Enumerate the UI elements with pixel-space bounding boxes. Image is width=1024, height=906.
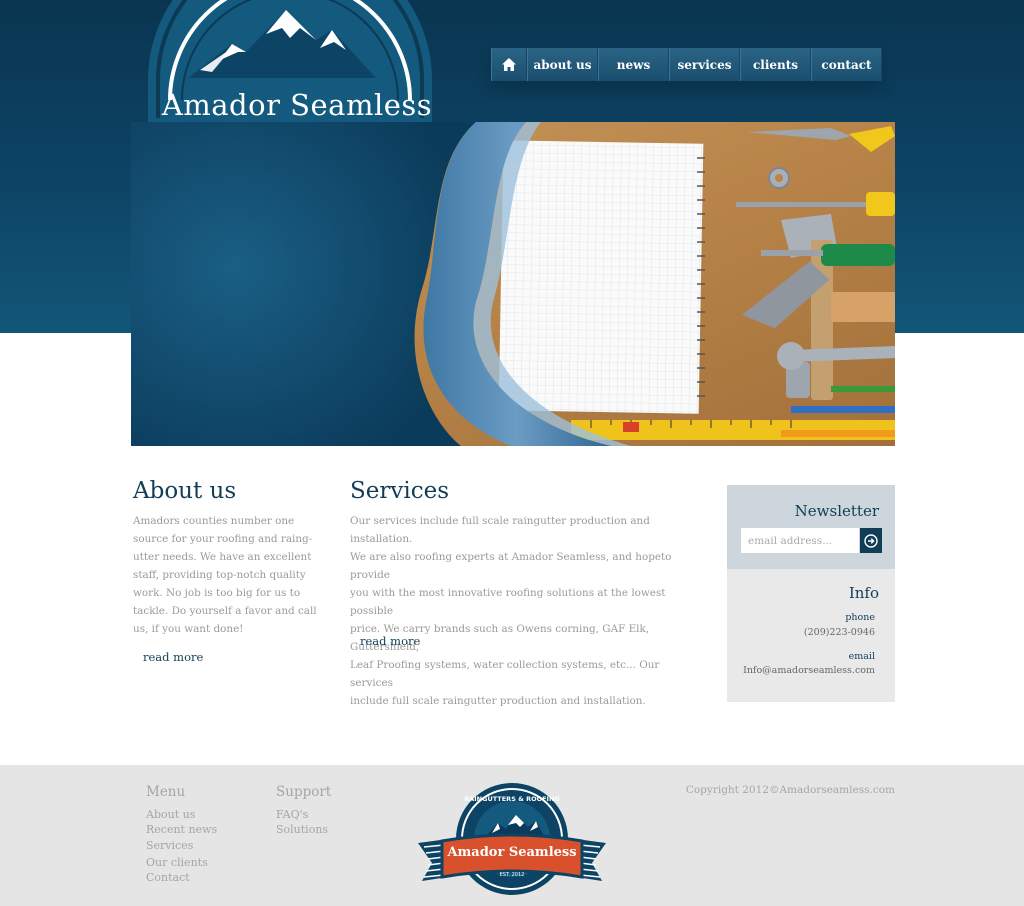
newsletter-panel: Newsletter [727,485,895,569]
footer-badge-logo[interactable]: EST. 2012 RAINGUTTERS & ROOFING Amador S… [416,781,608,903]
hero-banner [131,122,895,446]
nav-home[interactable] [491,48,527,81]
info-panel: Info phone (209)223-0946 email Info@amad… [727,569,895,702]
site-logo[interactable]: Amador Seamless [140,0,440,125]
services-title: Services [350,478,450,504]
svg-text:EST. 2012: EST. 2012 [500,872,525,878]
services-text-line: Our services include full scale raingutt… [350,515,650,545]
badge-wordmark: Amador Seamless [447,845,577,860]
footer-link-about-us[interactable]: About us [146,808,195,821]
about-text-line: Amadors counties number one [133,515,295,527]
services-text-line: We are also roofing experts at Amador Se… [350,551,672,581]
footer-link-recent-news[interactable]: Recent news [146,823,217,836]
home-icon [502,58,516,71]
info-email-label: email [848,651,875,662]
about-read-more-link[interactable]: read more [143,650,203,664]
footer-link-contact[interactable]: Contact [146,871,190,884]
info-phone-value: (209)223-0946 [803,627,875,638]
footer: Menu About us Recent news Services Our c… [0,765,1024,906]
copyright-text: Copyright 2012©Amadorseamless.com [685,784,895,796]
services-text-line: Leaf Proofing systems, water collection … [350,659,660,689]
about-text-line: source for your roofing and raing- [133,533,313,545]
footer-support-heading: Support [276,784,332,800]
services-text-line: you with the most innovative roofing sol… [350,587,666,617]
services-text-line: include full scale raingutter production… [350,695,646,707]
nav-about-us[interactable]: about us [527,48,598,81]
newsletter-submit-button[interactable] [860,528,882,553]
nav-news[interactable]: news [598,48,669,81]
info-phone-label: phone [845,612,875,623]
arrow-right-circle-icon [864,533,878,548]
footer-link-services[interactable]: Services [146,839,193,852]
badge-emblem-icon: EST. 2012 RAINGUTTERS & ROOFING [418,783,606,895]
footer-menu-heading: Menu [146,784,186,800]
main-nav: about us news services clients contact [491,48,882,81]
nav-services[interactable]: services [669,48,740,81]
hero-image [131,122,895,446]
about-text-line: work. No job is too big for us to [133,587,301,599]
newsletter-title: Newsletter [794,502,879,520]
about-title: About us [133,478,237,504]
footer-link-our-clients[interactable]: Our clients [146,856,208,869]
newsletter-email-input[interactable] [741,528,859,553]
services-read-more-link[interactable]: read more [360,634,420,648]
about-text-line: utter needs. We have an excellent [133,551,312,563]
about-text-line: us, if you want done! [133,623,244,635]
about-text-line: tackle. Do yourself a favor and call [133,605,317,617]
nav-contact[interactable]: contact [811,48,882,81]
info-email-link[interactable]: Info@amadorseamless.com [743,665,875,676]
svg-text:RAINGUTTERS & ROOFING: RAINGUTTERS & ROOFING [464,795,560,803]
services-text: Our services include full scale raingutt… [350,512,700,710]
logo-wordmark: Amador Seamless [161,88,433,122]
nav-clients[interactable]: clients [740,48,811,81]
footer-link-faqs[interactable]: FAQ's [276,808,308,821]
about-text-line: staff, providing top-notch quality [133,569,306,581]
info-title: Info [848,584,879,602]
footer-link-solutions[interactable]: Solutions [276,823,328,836]
about-text: Amadors counties number one source for y… [133,512,318,638]
